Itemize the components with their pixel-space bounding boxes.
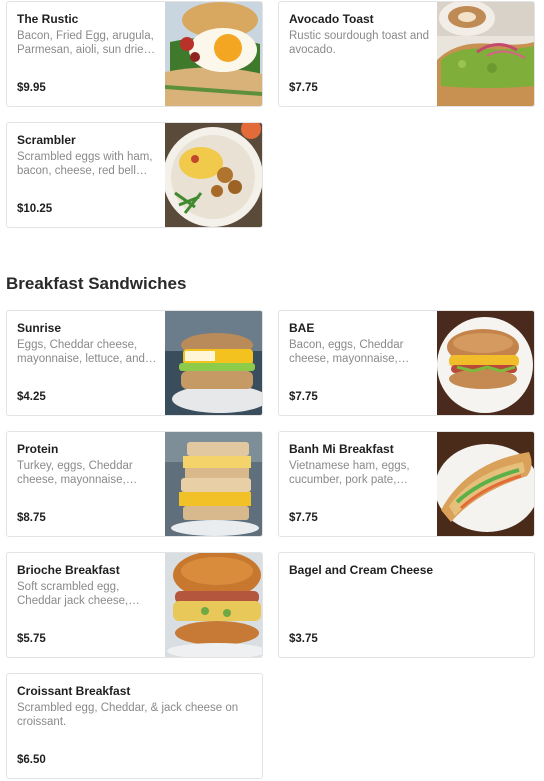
- menu-item-description: Soft scrambled egg, Cheddar jack cheese,…: [17, 581, 129, 607]
- menu-item-title: The Rustic: [17, 12, 79, 26]
- menu-item-description: Scrambled eggs with ham, bacon, cheese, …: [17, 151, 153, 177]
- sunrise-sandwich-photo: [165, 311, 262, 415]
- protein-sandwich-photo: [165, 432, 262, 536]
- menu-item-title: Croissant Breakfast: [17, 684, 131, 698]
- menu-item-title: BAE: [289, 321, 315, 335]
- menu-item-title: Bagel and Cream Cheese: [289, 563, 434, 577]
- menu-item-card[interactable]: Scrambler Scrambled eggs with ham, bacon…: [6, 122, 263, 228]
- menu-item-description: Vietnamese ham, eggs, cucumber, pork pat…: [289, 460, 410, 486]
- menu-item-price: $3.75: [289, 633, 318, 645]
- banh-mi-photo: [437, 432, 534, 536]
- scramble-plate-photo: [165, 123, 262, 227]
- menu-item-card[interactable]: Brioche Breakfast Soft scrambled egg, Ch…: [6, 552, 263, 658]
- menu-item-description: Bacon, Fried Egg, arugula, Parmesan, aio…: [17, 30, 154, 56]
- menu-item-description: Rustic sourdough toast and avocado.: [289, 30, 430, 56]
- menu-item-title: Sunrise: [17, 321, 62, 335]
- menu-item-price: $10.25: [17, 203, 53, 215]
- menu-item-description: Turkey, eggs, Cheddar cheese, mayonnaise…: [17, 460, 133, 486]
- bae-sandwich-photo: [437, 311, 534, 415]
- menu-item-card[interactable]: Banh Mi Breakfast Vietnamese ham, eggs, …: [278, 431, 535, 537]
- menu-item-price: $7.75: [289, 82, 318, 94]
- menu-item-description: Eggs, Cheddar cheese, mayonnaise, lettuc…: [17, 339, 145, 365]
- menu-item-title: Brioche Breakfast: [17, 563, 120, 577]
- menu-item-price: $7.75: [289, 391, 318, 403]
- fried-egg-toast-photo: [165, 2, 262, 106]
- menu-item-description: Scrambled egg, Cheddar, & jack cheese on…: [17, 702, 239, 728]
- menu-item-price: $4.25: [17, 391, 46, 403]
- menu-item-price: $5.75: [17, 633, 46, 645]
- menu-item-card[interactable]: The Rustic Bacon, Fried Egg, arugula, Pa…: [6, 1, 263, 107]
- menu-item-price: $6.50: [17, 754, 46, 766]
- menu-item-price: $9.95: [17, 82, 46, 94]
- menu-item-card[interactable]: Bagel and Cream Cheese $3.75: [278, 552, 535, 658]
- avocado-toast-photo: [437, 2, 534, 106]
- menu-item-card[interactable]: Avocado Toast Rustic sourdough toast and…: [278, 1, 535, 107]
- menu-item-title: Avocado Toast: [289, 12, 374, 26]
- brioche-sandwich-photo: [165, 553, 262, 657]
- menu-item-title: Protein: [17, 442, 59, 456]
- menu-item-price: $8.75: [17, 512, 46, 524]
- menu-item-card[interactable]: Croissant Breakfast Scrambled egg, Chedd…: [6, 673, 263, 779]
- menu-item-title: Scrambler: [17, 133, 76, 147]
- menu-item-description: Bacon, eggs, Cheddar cheese, mayonnaise,…: [289, 339, 404, 365]
- menu-item-price: $7.75: [289, 512, 318, 524]
- menu-item-card[interactable]: Sunrise Eggs, Cheddar cheese, mayonnaise…: [6, 310, 263, 416]
- menu-item-title: Banh Mi Breakfast: [289, 442, 394, 456]
- menu-item-card[interactable]: Protein Turkey, eggs, Cheddar cheese, ma…: [6, 431, 263, 537]
- section-heading: Breakfast Sandwiches: [6, 274, 187, 293]
- menu-item-card[interactable]: BAE Bacon, eggs, Cheddar cheese, mayonna…: [278, 310, 535, 416]
